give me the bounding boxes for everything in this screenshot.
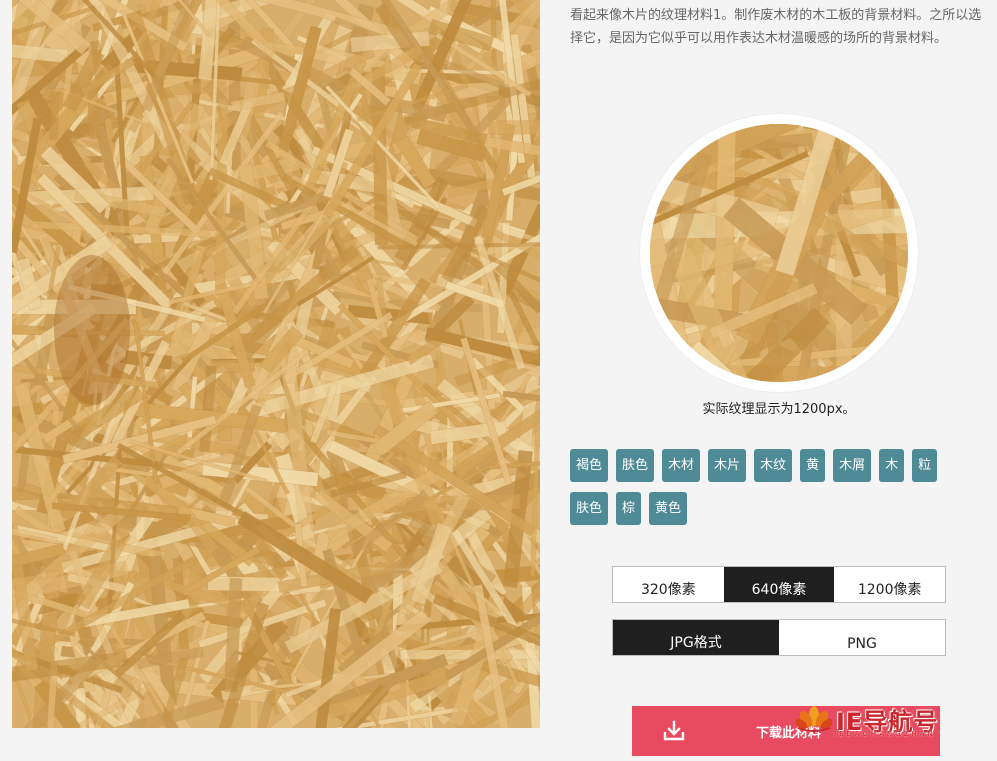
tag[interactable]: 粒: [912, 449, 938, 482]
size-option-640[interactable]: 640像素: [723, 567, 835, 602]
tag[interactable]: 黄: [800, 449, 826, 482]
zoom-preview-image: [650, 124, 908, 382]
download-icon: [662, 720, 686, 745]
size-option-group: 320像素 640像素 1200像素: [612, 566, 946, 603]
tag[interactable]: 木屑: [833, 449, 872, 482]
size-option-1200[interactable]: 1200像素: [834, 567, 946, 602]
size-option-320[interactable]: 320像素: [613, 567, 724, 602]
tag[interactable]: 褐色: [570, 449, 609, 482]
texture-preview-image: [12, 0, 540, 728]
material-description: 看起来像木片的纹理材料1。制作废木材的木工板的背景材料。之所以选择它，是因为它似…: [570, 8, 982, 46]
tag[interactable]: 肤色: [570, 492, 609, 525]
download-label: 下载此材料: [756, 725, 822, 740]
tag[interactable]: 肤色: [616, 449, 655, 482]
zoom-caption: 实际纹理显示为1200px。: [702, 402, 856, 417]
tag[interactable]: 棕: [616, 492, 642, 525]
format-option-jpg[interactable]: JPG格式: [613, 620, 779, 655]
download-button[interactable]: 下载此材料: [632, 706, 940, 756]
tag[interactable]: 木纹: [754, 449, 793, 482]
tag[interactable]: 木材: [662, 449, 701, 482]
tag[interactable]: 黄色: [649, 492, 688, 525]
tag-list: 褐色 肤色 木材 木片 木纹 黄 木屑 木 粒 肤色 棕 黄色: [570, 449, 980, 525]
format-option-group: JPG格式 PNG: [612, 619, 946, 656]
tag[interactable]: 木: [879, 449, 905, 482]
format-option-png[interactable]: PNG: [779, 620, 945, 655]
tag[interactable]: 木片: [708, 449, 747, 482]
